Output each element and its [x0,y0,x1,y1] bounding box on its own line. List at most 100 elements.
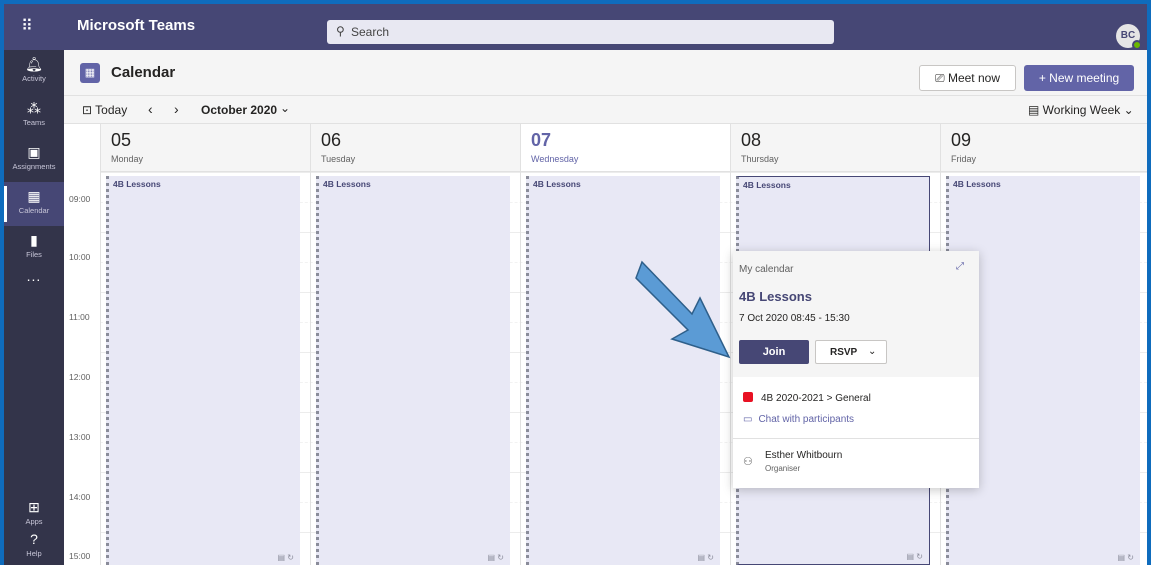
day-name: Friday [951,154,977,164]
app-title: Microsoft Teams [77,17,196,34]
app-rail: 🔔︎ Activity ⁂ Teams ▣ Assignments ▦ Cale… [4,50,64,565]
avatar-initials: BC [1120,30,1136,41]
rail-item-assignments[interactable]: ▣ Assignments [4,138,64,182]
rail-item-label: Files [26,250,42,259]
day-name: Tuesday [321,154,356,164]
chevron-down-icon: ⌄ [1120,103,1134,117]
calendar-today-icon: ⊡ [82,103,96,117]
day-name: Wednesday [531,154,579,164]
rail-item-teams[interactable]: ⁂ Teams [4,94,64,138]
search-placeholder: Search [351,25,390,39]
search-input[interactable]: ⚲ Search [327,20,834,44]
page-title: Calendar [111,64,176,81]
event-title: 4B Lessons [323,179,371,189]
recurring-icon: ▤ ↻ [697,553,714,562]
chat-icon: ▭ [743,414,753,425]
search-icon: ⚲ [336,24,345,38]
view-icon: ▤ [1028,103,1043,117]
rail-item-calendar[interactable]: ▦ Calendar [4,182,64,226]
next-week-icon[interactable]: › [174,101,179,117]
time-label: 15:00 [69,551,91,561]
event-time: 7 Oct 2020 08:45 - 15:30 [739,313,850,324]
rail-item-label: Activity [22,74,46,83]
day-name: Thursday [741,154,779,164]
recurring-icon: ▤ ↻ [906,552,923,561]
rail-item-files[interactable]: ▮ Files [4,226,64,270]
event-title: 4B Lessons [743,180,791,190]
calendar-event[interactable]: 4B Lessons ▤ ↻ [316,176,510,565]
rsvp-label: RSVP [830,347,858,358]
teams-window: ⠿ Microsoft Teams ⚲ Search BC 🔔︎ Activit… [4,4,1147,565]
column-divider [100,172,101,565]
today-button[interactable]: ⊡ Today [82,103,127,117]
day-number: 05 [111,130,132,150]
organiser-name[interactable]: Esther Whitbourn [765,450,842,461]
avatar[interactable]: BC [1116,24,1142,50]
event-details-card: My calendar ⤢ 4B Lessons 7 Oct 2020 08:4… [733,251,979,488]
rail-item-label: Calendar [18,206,50,215]
previous-week-icon[interactable]: ‹ [148,101,153,117]
app-launcher-icon[interactable]: ⠿ [18,18,36,36]
day-header-today[interactable]: 07 Wednesday [520,124,730,172]
bell-icon: 🔔︎ [25,56,43,72]
title-bar: ⠿ Microsoft Teams ⚲ Search BC [4,4,1147,50]
event-title: 4B Lessons [113,179,161,189]
day-number: 07 [531,130,552,150]
chat-label: Chat with participants [758,414,855,425]
presence-status-icon [1132,40,1142,50]
time-label: 10:00 [69,252,91,262]
day-header[interactable]: 09 Friday [940,124,1147,172]
hour-line [100,172,1147,173]
chat-with-participants-link[interactable]: ▭ Chat with participants [743,414,854,425]
time-label: 11:00 [69,312,90,322]
calendar-event[interactable]: 4B Lessons ▤ ↻ [106,176,300,565]
expand-icon[interactable]: ⤢ [956,261,964,272]
time-label: 09:00 [69,194,91,204]
recurring-icon: ▤ ↻ [487,553,504,562]
divider [733,438,979,439]
rail-item-label: Assignments [12,162,56,171]
organiser-role: Organiser [765,464,801,473]
calendar-icon: ▦ [27,188,41,204]
day-header[interactable]: 08 Thursday [730,124,940,172]
day-number: 06 [321,130,342,150]
rail-item-help[interactable]: ? Help [4,525,64,565]
time-label: 13:00 [69,432,91,442]
time-label: 12:00 [69,372,91,382]
team-icon [743,392,753,402]
event-title: 4B Lessons [533,179,581,189]
chevron-down-icon[interactable]: ⌄ [280,101,290,115]
day-name: Monday [111,154,144,164]
new-meeting-button[interactable]: + New meeting [1024,65,1134,91]
rail-item-activity[interactable]: 🔔︎ Activity [4,50,64,94]
day-header[interactable]: 05 Monday [100,124,310,172]
event-title: 4B Lessons [739,289,812,304]
assignments-icon: ▣ [27,144,41,160]
join-button[interactable]: Join [739,340,809,364]
view-label: Working Week [1042,103,1121,117]
calendar-name: My calendar [739,264,794,275]
rsvp-dropdown[interactable]: RSVP ⌄ [815,340,887,364]
view-selector[interactable]: ▤ Working Week ⌄ [1028,103,1134,117]
month-picker[interactable]: October 2020 [201,103,277,117]
calendar-icon: ▦ [80,63,100,83]
today-label: Today [95,103,128,117]
column-divider [520,172,521,565]
recurring-icon: ▤ ↻ [277,553,294,562]
recurring-icon: ▤ ↻ [1117,553,1134,562]
rail-item-label: Help [26,549,42,558]
day-number: 09 [951,130,972,150]
apps-icon: ⊞ [28,499,40,515]
calendar-header: ▦ Calendar ⎚ Meet now + New meeting [64,50,1147,96]
more-apps-icon[interactable]: ... [4,268,64,284]
calendar-nav: ⊡ Today ‹ › October 2020 ⌄ ▤ Working Wee… [64,96,1147,124]
channel-link[interactable]: 4B 2020-2021 > General [743,392,871,404]
help-icon: ? [30,531,38,547]
meet-now-button[interactable]: ⎚ Meet now [919,65,1016,91]
meet-now-label: Meet now [947,71,1000,85]
teams-icon: ⁂ [27,100,41,116]
channel-label: 4B 2020-2021 > General [761,393,871,404]
day-header[interactable]: 06 Tuesday [310,124,520,172]
day-number: 08 [741,130,762,150]
chevron-down-icon: ⌄ [868,346,877,357]
